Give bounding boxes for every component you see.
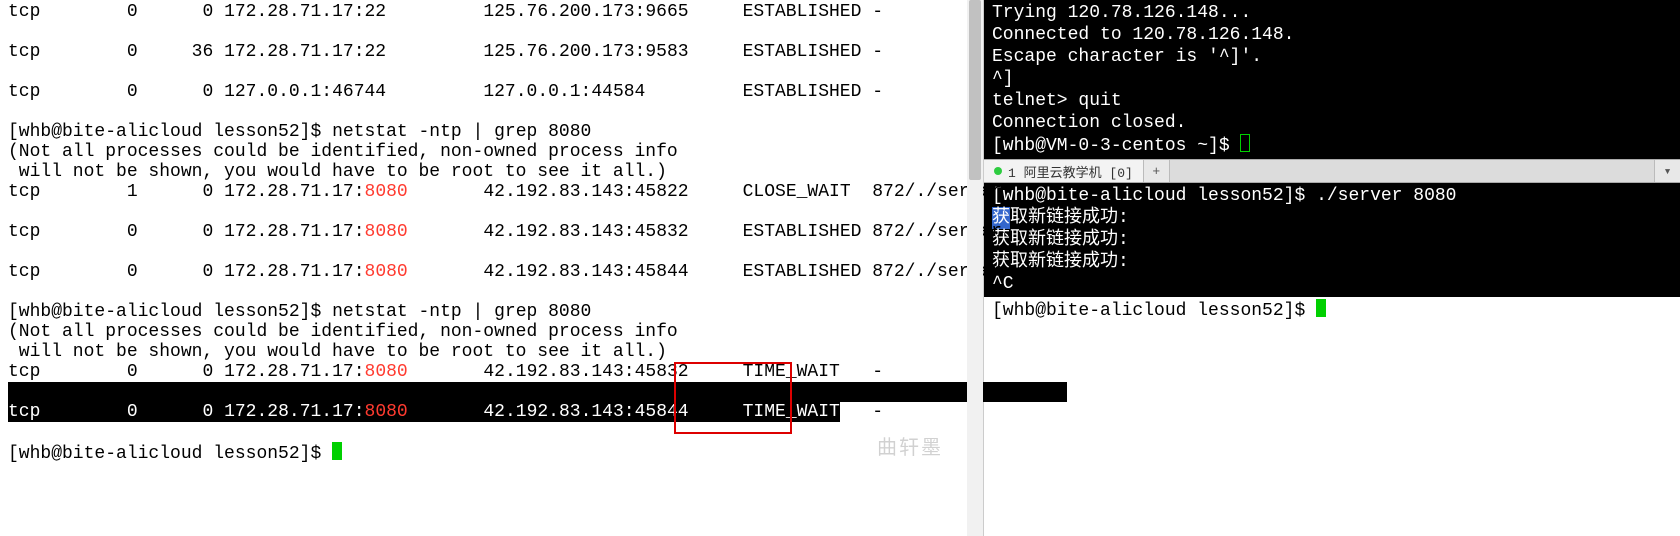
shell-command: netstat -ntp | grep 8080 <box>332 122 591 142</box>
net-row: tcp 0 0 127.0.0.1:46744 127.0.0.1:44584 … <box>8 82 883 102</box>
server-output: [whb@bite-alicloud lesson52]$ ./server 8… <box>992 185 1672 295</box>
shell-prompt: [whb@bite-alicloud lesson52]$ <box>992 186 1316 206</box>
port-highlight: 8080 <box>365 362 408 382</box>
telnet-output: Trying 120.78.126.148... Connected to 12… <box>992 2 1672 157</box>
port-highlight: 8080 <box>365 222 408 242</box>
chevron-down-icon: ▾ <box>1664 164 1672 179</box>
right-bottom-terminal[interactable]: [whb@bite-alicloud lesson52]$ <box>984 297 1680 536</box>
tab-session-1[interactable]: 1 阿里云教学机 [0] <box>984 160 1144 182</box>
shell-prompt: [whb@bite-alicloud lesson52]$ <box>8 122 332 142</box>
shell-command: ./server 8080 <box>1316 186 1456 206</box>
annotation-box <box>674 362 792 434</box>
port-highlight: 8080 <box>365 262 408 282</box>
shell-command: netstat -ntp | grep 8080 <box>332 302 591 322</box>
port-highlight: 8080 <box>365 402 408 422</box>
warning-line: (Not all processes could be identified, … <box>8 322 678 342</box>
net-row: tcp 0 0 172.28.71.17:22 125.76.200.173:9… <box>8 2 883 22</box>
watermark-text: 曲轩墨 <box>877 438 943 458</box>
net-row: tcp 0 0 172.28.71.17:8080 42.192.83.143:… <box>8 222 1002 242</box>
net-row: tcp 0 36 172.28.71.17:22 125.76.200.173:… <box>8 42 883 62</box>
add-tab-button[interactable]: + <box>1144 160 1170 182</box>
tab-bar: 1 阿里云教学机 [0] + ▾ <box>984 159 1680 183</box>
tab-label: 1 阿里云教学机 [0] <box>1008 162 1133 181</box>
terminal-output-top: tcp 0 0 172.28.71.17:22 125.76.200.173:9… <box>8 2 975 464</box>
right-pane: Trying 120.78.126.148... Connected to 12… <box>984 0 1680 536</box>
warning-line: will not be shown, you would have to be … <box>8 162 667 182</box>
scrollbar-thumb[interactable] <box>969 0 981 180</box>
vertical-scrollbar[interactable] <box>967 0 983 536</box>
net-row: tcp 0 0 172.28.71.17:8080 42.192.83.143:… <box>8 262 1002 282</box>
cursor-icon <box>1316 299 1326 317</box>
right-top-terminal[interactable]: Trying 120.78.126.148... Connected to 12… <box>984 0 1680 159</box>
warning-line: will not be shown, you would have to be … <box>8 342 667 362</box>
cursor-icon <box>332 442 342 460</box>
tab-menu-button[interactable]: ▾ <box>1654 160 1680 182</box>
shell-prompt: [whb@bite-alicloud lesson52]$ <box>992 301 1316 321</box>
warning-line: (Not all processes could be identified, … <box>8 142 678 162</box>
net-row: tcp 1 0 172.28.71.17:8080 42.192.83.143:… <box>8 182 1002 202</box>
selected-row-bg <box>8 382 1067 402</box>
shell-prompt: [whb@VM-0-3-centos ~]$ <box>992 136 1240 156</box>
cursor-icon <box>1240 134 1250 152</box>
shell-prompt: [whb@bite-alicloud lesson52]$ <box>8 302 332 322</box>
shell-line: [whb@bite-alicloud lesson52]$ <box>992 299 1672 322</box>
status-dot-icon <box>994 167 1002 175</box>
shell-prompt: [whb@bite-alicloud lesson52]$ <box>8 444 332 464</box>
port-highlight: 8080 <box>365 182 408 202</box>
plus-icon: + <box>1152 164 1160 179</box>
left-terminal[interactable]: tcp 0 0 172.28.71.17:22 125.76.200.173:9… <box>0 0 984 536</box>
right-mid-terminal[interactable]: [whb@bite-alicloud lesson52]$ ./server 8… <box>984 183 1680 297</box>
